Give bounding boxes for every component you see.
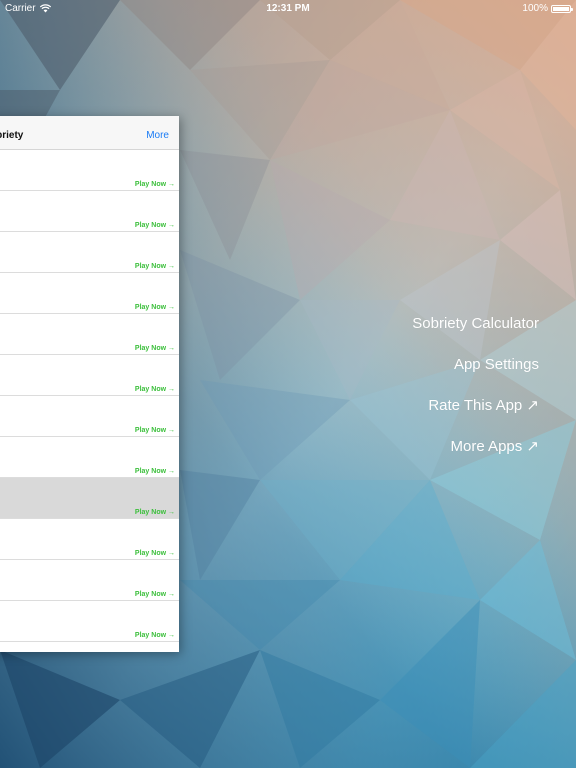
app-screen: Carrier 12:31 PM 100% obriety More Play … bbox=[0, 0, 576, 768]
list-item[interactable]: Play Now → bbox=[0, 191, 179, 232]
more-apps-panel: obriety More Play Now →Play Now →Play No… bbox=[0, 116, 179, 652]
battery-icon bbox=[551, 4, 573, 13]
list-item[interactable]: Play Now → bbox=[0, 601, 179, 642]
play-now-button[interactable]: Play Now → bbox=[135, 345, 175, 352]
play-now-button[interactable]: Play Now → bbox=[135, 386, 175, 393]
play-now-button[interactable]: Play Now → bbox=[135, 263, 175, 270]
list-item[interactable]: Play Now → bbox=[0, 437, 179, 478]
list-item[interactable]: Play Now → bbox=[0, 478, 179, 519]
play-now-button[interactable]: Play Now → bbox=[135, 468, 175, 475]
play-now-button[interactable]: Play Now → bbox=[135, 427, 175, 434]
panel-header: obriety More bbox=[0, 116, 179, 150]
list-item[interactable]: Play Now → bbox=[0, 560, 179, 601]
battery-percent: 100% bbox=[522, 3, 548, 14]
list-item[interactable]: Play Now → bbox=[0, 273, 179, 314]
panel-title: obriety bbox=[0, 130, 24, 141]
list-item[interactable]: Play Now → bbox=[0, 232, 179, 273]
play-now-button[interactable]: Play Now → bbox=[135, 304, 175, 311]
play-now-button[interactable]: Play Now → bbox=[135, 632, 175, 639]
app-list: Play Now → Play Now → Play Now → Play Now →… bbox=[0, 150, 179, 642]
play-now-button[interactable]: Play Now → bbox=[135, 591, 175, 598]
clock: 12:31 PM bbox=[266, 3, 310, 14]
play-now-button[interactable]: Play Now → bbox=[135, 181, 175, 188]
more-link[interactable]: More bbox=[146, 130, 169, 141]
menu-item-rate-this-app[interactable]: Rate This App ↗ bbox=[412, 396, 539, 437]
menu-item-more-apps[interactable]: More Apps ↗ bbox=[412, 437, 539, 478]
battery-indicator: 100% bbox=[522, 3, 573, 14]
play-now-button[interactable]: Play Now → bbox=[135, 509, 175, 516]
menu-item-app-settings[interactable]: App Settings bbox=[412, 355, 539, 396]
list-item[interactable]: Play Now → bbox=[0, 396, 179, 437]
menu-item-sobriety-calculator[interactable]: Sobriety Calculator bbox=[412, 314, 539, 355]
main-menu: Sobriety Calculator App Settings Rate This… bbox=[412, 314, 539, 478]
status-bar: Carrier 12:31 PM 100% bbox=[0, 0, 576, 18]
list-item[interactable]: Play Now → bbox=[0, 150, 179, 191]
list-item[interactable]: Play Now → bbox=[0, 519, 179, 560]
list-item[interactable]: Play Now → bbox=[0, 355, 179, 396]
play-now-button[interactable]: Play Now → bbox=[135, 222, 175, 229]
list-item[interactable]: Play Now → bbox=[0, 314, 179, 355]
play-now-button[interactable]: Play Now → bbox=[135, 550, 175, 557]
